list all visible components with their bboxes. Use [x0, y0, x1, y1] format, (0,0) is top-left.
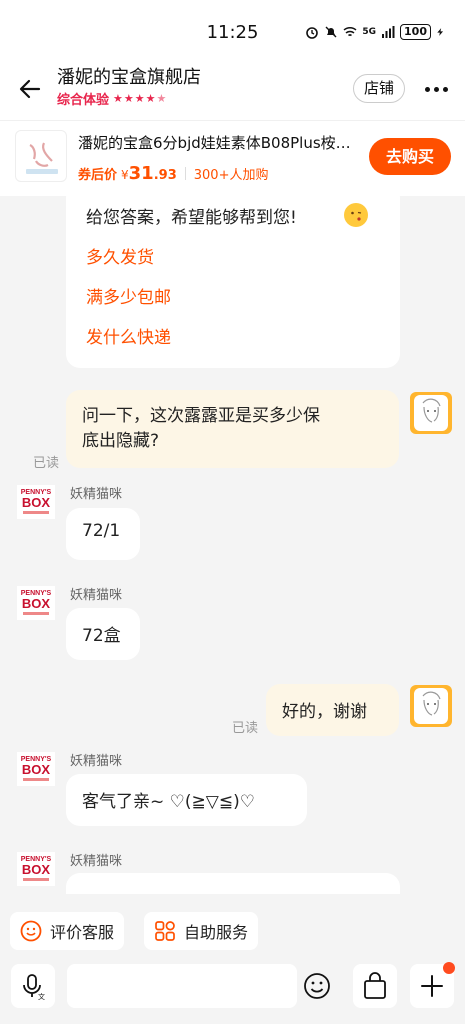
signal-icon — [382, 26, 395, 38]
more-options-icon[interactable] — [425, 79, 451, 99]
svg-text:文: 文 — [38, 992, 45, 1001]
faq-question-courier[interactable]: 发什么快递 — [86, 323, 171, 348]
kiss-emoji-icon — [344, 203, 368, 227]
store-button[interactable]: 店铺 — [353, 74, 405, 103]
message-bubble-shop[interactable]: 72/1 — [66, 508, 140, 560]
shopping-bag-icon — [364, 972, 386, 999]
product-card[interactable]: 潘妮的宝盒6分bjd娃娃素体B08Plus桉… 券后价 ¥ 31 .93 300… — [0, 120, 465, 196]
input-bar: 文 — [0, 954, 465, 1024]
faq-lead-text: 给您答案，希望能够帮到您! — [86, 208, 297, 228]
read-receipt: 已读 — [232, 721, 259, 736]
buy-button[interactable]: 去购买 — [369, 138, 451, 175]
grid-icon — [155, 921, 175, 941]
product-image-icon — [26, 142, 58, 174]
self-service-label: 自助服务 — [184, 923, 249, 942]
user-avatar[interactable] — [410, 685, 452, 727]
price-line: 券后价 ¥ 31 .93 300+人加购 — [78, 163, 268, 184]
shop-avatar[interactable]: PENNY'S BOX — [17, 752, 55, 786]
faq-question-shipping-time[interactable]: 多久发货 — [86, 243, 154, 268]
voice-input-button[interactable]: 文 — [11, 964, 55, 1008]
price-label: 券后价 — [78, 168, 118, 183]
agent-name: 妖精猫咪 — [70, 754, 123, 769]
charging-icon — [437, 28, 444, 36]
message-line: 问一下，这次露露亚是买多少保 — [82, 406, 320, 426]
faq-bubble: 给您答案，希望能够帮到您! 多久发货 满多少包邮 发什么快递 — [66, 196, 400, 368]
status-bar: 11:25 5G 100 — [0, 0, 465, 58]
status-icons: 5G 100 — [305, 24, 445, 40]
message-input[interactable] — [67, 964, 297, 1008]
shop-avatar[interactable]: PENNY'S BOX — [17, 852, 55, 886]
notification-dot — [443, 962, 455, 974]
shop-rating: 综合体验 ★ ★ ★ ★ ★ — [57, 89, 166, 108]
rating-stars: ★ ★ ★ ★ ★ — [113, 91, 167, 105]
svg-text:BOX: BOX — [22, 862, 51, 877]
message-bubble-self[interactable]: 问一下，这次露露亚是买多少保 底出隐藏? — [66, 390, 399, 468]
chat-header: 潘妮的宝盒旗舰店 综合体验 ★ ★ ★ ★ ★ 店铺 — [0, 58, 465, 120]
rate-service-button[interactable]: 评价客服 — [10, 912, 125, 950]
svg-text:BOX: BOX — [22, 495, 51, 510]
back-arrow-icon[interactable] — [18, 77, 42, 101]
half-star-icon: ★ — [156, 91, 167, 105]
read-receipt: 已读 — [33, 456, 60, 471]
chat-area[interactable]: 给您答案，希望能够帮到您! 多久发货 满多少包邮 发什么快递 问一下，这次露露亚… — [0, 196, 465, 894]
star-icon: ★ — [134, 91, 145, 105]
product-thumbnail[interactable] — [15, 130, 67, 182]
shop-avatar[interactable]: PENNY'S BOX — [17, 485, 55, 519]
faq-question-free-shipping[interactable]: 满多少包邮 — [86, 283, 171, 308]
star-icon: ★ — [123, 91, 134, 105]
smiley-icon — [20, 920, 42, 942]
rating-label: 综合体验 — [57, 93, 110, 108]
agent-name: 妖精猫咪 — [70, 854, 123, 869]
price-integer: 31 — [128, 163, 154, 184]
emoji-icon[interactable] — [303, 972, 331, 1000]
buyers-count: 300+人加购 — [193, 168, 269, 183]
product-title[interactable]: 潘妮的宝盒6分bjd娃娃素体B08Plus桉… — [78, 132, 368, 153]
message-bubble-shop[interactable] — [66, 873, 400, 894]
network-type: 5G — [362, 27, 377, 37]
microphone-icon: 文 — [23, 974, 45, 1001]
rate-service-label: 评价客服 — [50, 923, 115, 942]
shop-avatar[interactable]: PENNY'S BOX — [17, 586, 55, 620]
star-icon: ★ — [145, 91, 156, 105]
message-bubble-shop[interactable]: 客气了亲~ ♡(≧▽≦)♡ — [66, 774, 307, 826]
message-bubble-shop[interactable]: 72盒 — [66, 608, 140, 660]
shop-name: 潘妮的宝盒旗舰店 — [57, 67, 201, 88]
battery-indicator: 100 — [400, 24, 431, 40]
shopping-bag-button[interactable] — [353, 964, 397, 1008]
user-avatar[interactable] — [410, 392, 452, 434]
message-bubble-self[interactable]: 好的，谢谢 — [266, 684, 399, 736]
price-currency: ¥ — [121, 168, 129, 182]
quick-actions: 评价客服 自助服务 — [0, 894, 465, 954]
price-decimal: .93 — [153, 168, 177, 183]
mute-bell-icon — [325, 26, 337, 38]
star-icon: ★ — [113, 91, 123, 105]
message-line: 底出隐藏? — [82, 431, 160, 451]
agent-name: 妖精猫咪 — [70, 487, 123, 502]
divider — [184, 167, 186, 180]
svg-text:BOX: BOX — [22, 596, 51, 611]
svg-text:BOX: BOX — [22, 762, 51, 777]
alarm-icon — [306, 27, 319, 39]
agent-name: 妖精猫咪 — [70, 588, 123, 603]
wifi-icon — [343, 26, 357, 37]
self-service-button[interactable]: 自助服务 — [144, 912, 259, 950]
